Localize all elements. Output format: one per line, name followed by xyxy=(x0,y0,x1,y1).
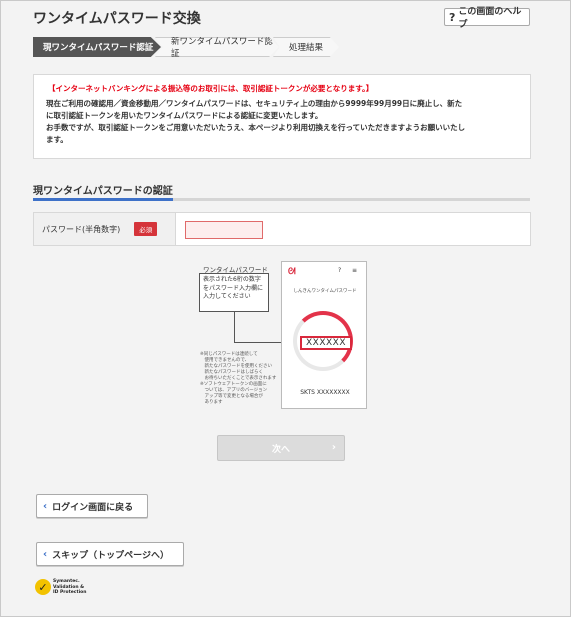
step-current-otp-auth: 現ワンタイムパスワード認証 xyxy=(33,37,161,57)
token-serial: SKTS XXXXXXXX xyxy=(300,389,350,396)
chevron-left-icon: ‹ xyxy=(43,548,48,560)
question-icon: ? xyxy=(449,10,456,24)
instruction-line: 入力してください xyxy=(203,293,251,300)
password-label: パスワード(半角数字) xyxy=(42,224,121,234)
notice-line: ます。 xyxy=(46,135,68,144)
symantec-badge[interactable]: ✓ Symantec. Validation & ID Protection xyxy=(35,579,86,596)
page-frame: ワンタイムパスワード交換 ? この画面のヘルプ 現ワンタイムパスワード認証 新ワ… xyxy=(0,0,571,617)
step-result: 処理結果 xyxy=(273,37,339,57)
chevron-left-icon: ‹ xyxy=(43,500,48,512)
step-new-otp-auth: 新ワンタイムパスワード認証 xyxy=(155,37,279,57)
help-button[interactable]: ? この画面のヘルプ xyxy=(444,7,530,30)
section-divider xyxy=(33,198,530,201)
note-line: あります xyxy=(200,400,223,405)
notice-line: 現在ご利用の確認用／資金移動用／ワンタイムパスワードは、セキュリティ上の理由から… xyxy=(46,99,463,108)
connector-line xyxy=(234,312,235,343)
badge-text: Symantec. Validation & ID Protection xyxy=(53,579,86,596)
notice-line: お手数ですが、取引認証トークンをご用意いただいたうえ、本ページより利用切換えを行… xyxy=(46,123,466,132)
back-label: ログイン画面に戻る xyxy=(52,502,134,513)
phone-help-icon: ? xyxy=(338,267,342,274)
next-label: 次へ xyxy=(271,444,290,455)
section-title: 現ワンタイムパスワードの認証 xyxy=(33,186,173,197)
next-button[interactable]: 次へ › xyxy=(217,435,345,461)
password-label-cell: パスワード(半角数字) 必須 xyxy=(34,213,176,245)
back-to-login-button[interactable]: ‹ ログイン画面に戻る xyxy=(36,494,148,518)
badge-line: ID Protection xyxy=(53,590,87,595)
bank-logo-icon: ᘛ xyxy=(288,267,296,277)
instruction-line: 表示された6桁の数字 xyxy=(203,276,261,283)
skip-button[interactable]: ‹ スキップ（トップページへ） xyxy=(36,542,184,566)
required-badge: 必須 xyxy=(134,222,158,236)
instruction-line: をパスワード入力欄に xyxy=(203,284,264,292)
notice-line: に取引認証トークンを用いたワンタイムパスワードによる認証に変更いたします。 xyxy=(46,111,323,120)
page-title: ワンタイムパスワード交換 xyxy=(33,11,201,27)
notice-body: 現在ご利用の確認用／資金移動用／ワンタイムパスワードは、セキュリティ上の理由から… xyxy=(46,98,518,146)
skip-label: スキップ（トップページへ） xyxy=(52,550,169,561)
help-label: この画面のヘルプ xyxy=(458,7,522,30)
token-diagram: ワンタイムパスワード 表示された6桁の数字 をパスワード入力欄に 入力してくださ… xyxy=(197,261,375,413)
chevron-right-icon: › xyxy=(331,442,336,453)
phone-menu-icon: ≡ xyxy=(352,267,358,274)
checkmark-icon: ✓ xyxy=(35,579,51,596)
password-input[interactable] xyxy=(185,221,263,239)
password-row: パスワード(半角数字) 必須 xyxy=(33,212,531,246)
otp-code: XXXXXX xyxy=(300,336,352,350)
step-indicator: 現ワンタイムパスワード認証 新ワンタイムパスワード認証 処理結果 xyxy=(33,37,339,57)
notice-heading: 【インターネットバンキングによる振込等のお取引には、取引認証トークンが必要となり… xyxy=(48,84,374,93)
diagram-note: ※同じパスワードは連続して 使用できませんので、 新たなパスワードを使用ください… xyxy=(200,352,288,406)
phone-illustration: ᘛ ? ≡ しんきんワンタイムパスワード XXXXXX SKTS XXXXXXX… xyxy=(281,261,367,409)
diagram-instruction-box: 表示された6桁の数字 をパスワード入力欄に 入力してください xyxy=(199,273,269,312)
notice-box: 【インターネットバンキングによる振込等のお取引には、取引認証トークンが必要となり… xyxy=(33,74,531,159)
phone-app-name: しんきんワンタイムパスワード xyxy=(293,289,357,294)
